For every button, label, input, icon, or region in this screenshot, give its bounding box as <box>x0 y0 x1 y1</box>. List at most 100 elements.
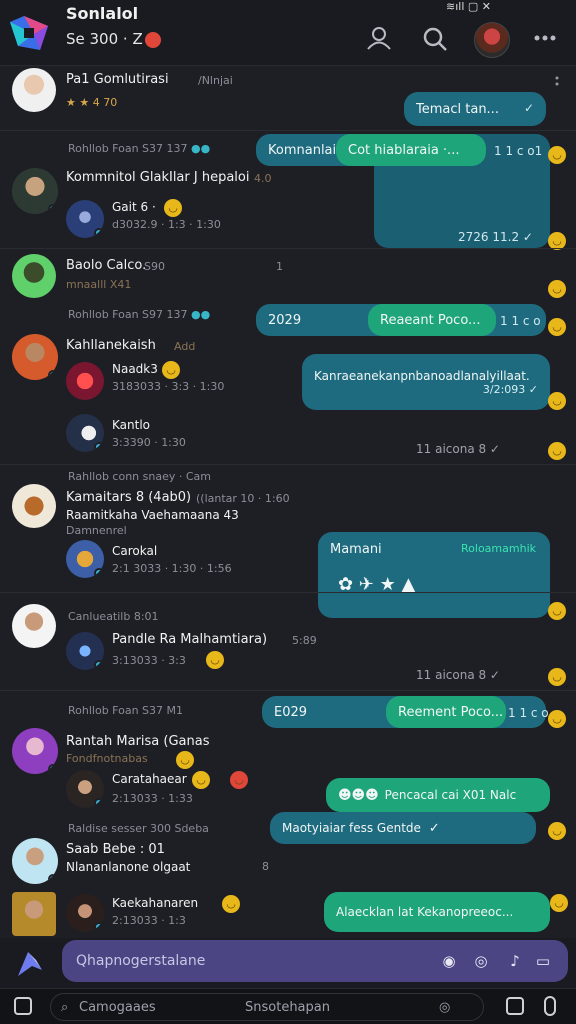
section-label: Canlueatilb 8:01 <box>68 610 159 623</box>
chat-app: Sonlalol Se 300 · Z ≋ıll ▢ ✕ Pa1 Gomluti… <box>0 0 576 1024</box>
contact-meta: 2:13033 · 1:3 <box>112 914 186 927</box>
clock-icon[interactable] <box>14 997 32 1015</box>
contact-name: Pandle Ra Malhamtiara) <box>112 632 268 647</box>
message-time: 11 aicona 8 ✓ <box>416 442 500 456</box>
message-bubble[interactable]: Cot hiablaraia ·... <box>336 134 486 166</box>
online-dot <box>48 370 58 380</box>
avatar[interactable] <box>12 254 56 298</box>
sticker-icon[interactable]: ◎ <box>468 948 494 974</box>
avatar[interactable] <box>12 484 56 528</box>
avatar[interactable] <box>12 892 56 936</box>
message-input[interactable] <box>76 948 416 974</box>
unread-count: 1 <box>276 260 283 273</box>
mic-icon[interactable] <box>544 996 556 1016</box>
chat-list[interactable]: Pa1 Gomlutirasi /Nlnjai ★ ★ 4 70 Temacl … <box>0 66 576 938</box>
message-bubble[interactable]: Reaeant Poco... <box>368 304 496 336</box>
mic-icon[interactable]: ♪ <box>502 948 528 974</box>
contact-handle: ((lantar 10 · 1:60 <box>196 492 290 505</box>
divider <box>0 130 576 131</box>
online-dot <box>94 922 104 932</box>
emoji-icon: ◡ <box>548 146 566 164</box>
avatar[interactable] <box>66 540 104 578</box>
divider <box>0 690 576 691</box>
app-title: Sonlalol <box>66 4 139 23</box>
online-dot <box>48 874 58 884</box>
composer-bar: ◉ ◎ ♪ ▭ <box>0 938 576 988</box>
app-logo-icon[interactable] <box>10 16 48 52</box>
online-dot <box>48 764 58 774</box>
message-text: Kanraeanekanpnbanoadlanalyillaat. <box>314 368 530 383</box>
message-text: Pencacal cai X01 Nalc <box>384 788 517 802</box>
emoji-icon: ◡ <box>548 668 566 686</box>
contact-icon[interactable] <box>366 26 392 50</box>
attach-icon[interactable]: ▭ <box>530 948 556 974</box>
avatar[interactable] <box>12 168 58 214</box>
message-bubble[interactable]: Mamani Roloamamhik ✿ ✈ ★ ▲ <box>318 532 550 618</box>
message-text: Cot hiablaraia ·... <box>348 142 460 158</box>
emoji-icon: ◡ <box>162 361 180 379</box>
contact-meta: 3:13033 · 3:3 <box>112 654 186 667</box>
contact-line: Fondfnotnabas <box>66 752 148 765</box>
section-label: Raldise sesser 300 Sdeba <box>68 822 209 835</box>
message-time: 3/2:093 ✓ <box>482 382 538 396</box>
settings-icon[interactable]: ◎ <box>439 1000 450 1015</box>
unread-count: 8 <box>262 860 269 873</box>
emoji-icon: ◡ <box>550 894 568 912</box>
online-dot <box>94 798 104 808</box>
emoji-icon: ☻☻☻ <box>338 787 379 803</box>
emoji-icon: ◡ <box>222 895 240 913</box>
divider <box>0 248 576 249</box>
link-icon: ●● <box>191 142 211 155</box>
section-label: Rohllob Foan S37 M1 <box>68 704 184 717</box>
message-bubble[interactable]: Maotyiaiar fess Gentde ✓ <box>270 812 536 844</box>
contact-name: Kommnitol GlakIlar J hepaloi <box>66 170 250 185</box>
avatar[interactable] <box>12 838 58 884</box>
avatar[interactable] <box>66 894 104 932</box>
contact-meta: 3:3390 · 1:30 <box>112 436 186 449</box>
avatar[interactable] <box>12 604 56 648</box>
more-icon[interactable] <box>554 76 560 90</box>
sparkle-icon[interactable] <box>14 948 46 978</box>
message-composer: ◉ ◎ ♪ ▭ <box>62 940 568 982</box>
emoji-icon: ◡ <box>548 280 566 298</box>
message-text: Temacl tan... <box>416 101 499 117</box>
bottom-search[interactable]: ⌕ Camogaaes Snsotehapan ◎ <box>50 993 484 1021</box>
bottom-left-label: Camogaaes <box>79 1000 156 1015</box>
message-bubble[interactable]: Alaecklan lat Kekanopreeoc... <box>324 892 550 932</box>
message-time: 11 aicona 8 ✓ <box>416 668 500 682</box>
message-text: Komnanlai <box>268 142 337 158</box>
avatar[interactable] <box>66 414 104 452</box>
gift-icon[interactable] <box>506 997 524 1015</box>
avatar[interactable] <box>12 68 56 112</box>
message-text: E029 <box>274 704 308 720</box>
avatar[interactable] <box>66 362 104 400</box>
profile-avatar[interactable] <box>474 22 510 58</box>
more-icon[interactable] <box>534 34 556 42</box>
avatar[interactable] <box>66 200 104 238</box>
camera-icon[interactable]: ◉ <box>436 948 462 974</box>
message-text: Reement Poco... <box>398 704 504 720</box>
contact-handle: S90 <box>144 260 165 273</box>
contact-name: Pa1 Gomlutirasi <box>66 72 169 87</box>
contact-handle: 4.0 <box>254 172 272 185</box>
avatar[interactable] <box>12 334 58 380</box>
read-tick-icon: ✓ <box>428 820 440 836</box>
contact-sub: Naadk3 <box>112 362 158 376</box>
avatar[interactable] <box>66 632 104 670</box>
avatar[interactable] <box>66 770 104 808</box>
message-bubble[interactable]: Reement Poco... <box>386 696 506 728</box>
message-bubble[interactable]: Kanraeanekanpnbanoadlanalyillaat. 3/2:09… <box>302 354 550 410</box>
emoji-icon: ◡ <box>192 771 210 789</box>
online-dot <box>94 228 104 238</box>
app-subtitle: Se 300 · Z <box>66 30 161 48</box>
online-dot <box>94 568 104 578</box>
message-bubble[interactable]: ☻☻☻ Pencacal cai X01 Nalc <box>326 778 550 812</box>
message-text: 2029 <box>268 312 302 328</box>
divider <box>0 592 576 593</box>
message-time: 1 1 c o <box>500 314 541 328</box>
search-icon[interactable] <box>422 26 448 52</box>
contact-sub: Carokal <box>112 544 158 558</box>
avatar[interactable] <box>12 728 58 774</box>
top-bar: Sonlalol Se 300 · Z ≋ıll ▢ ✕ <box>0 0 576 66</box>
message-bubble[interactable]: Temacl tan... ✓ <box>404 92 546 126</box>
